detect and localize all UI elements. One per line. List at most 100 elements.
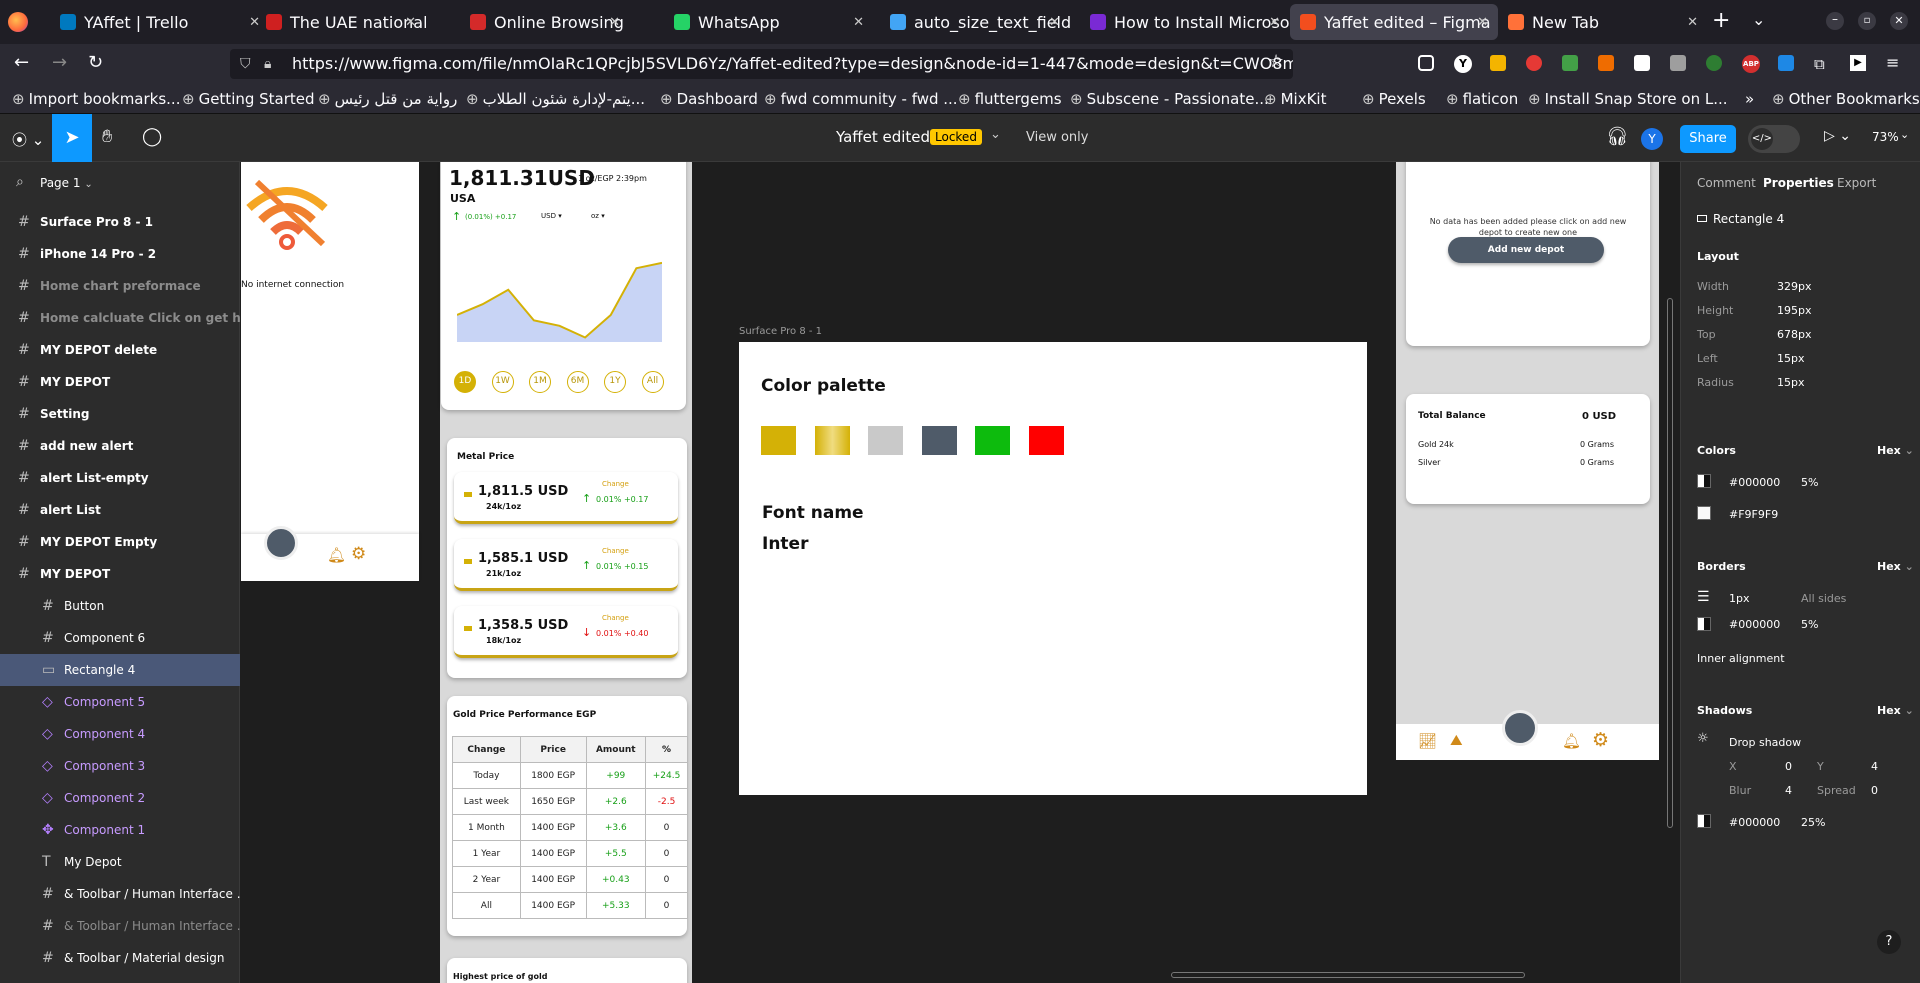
file-menu-chevron-icon[interactable]: ⌄ <box>990 127 1001 142</box>
firefox-menu-icon[interactable] <box>8 12 28 32</box>
surface-pro-frame[interactable]: Color palette Font name Inter <box>739 342 1367 795</box>
bookmark-item[interactable]: ⊕ flaticon <box>1446 90 1518 108</box>
extensions-puzzle-icon[interactable]: ⧉ <box>1814 55 1825 73</box>
settings-gear-icon[interactable]: ⚙ <box>351 544 366 564</box>
download-extension-icon[interactable] <box>1562 55 1578 71</box>
bookmark-item[interactable]: ⊕ fwd community - fwd ... <box>764 90 958 108</box>
bookmark-item[interactable]: ⊕ Import bookmarks... <box>12 90 180 108</box>
range-pill[interactable]: 6M <box>566 371 589 393</box>
layer-item[interactable]: # & Toolbar / Human Interface ... <box>0 878 240 910</box>
palette-swatch[interactable] <box>761 426 796 455</box>
color-swatch[interactable] <box>1697 506 1711 520</box>
vertical-scrollbar[interactable] <box>1667 298 1673 828</box>
help-button[interactable]: ? <box>1877 930 1901 954</box>
new-tab-icon[interactable]: + <box>1712 8 1730 33</box>
layer-item[interactable]: ◇ Component 5 <box>0 686 240 718</box>
shadows-hex-dropdown[interactable]: Hex ⌄ <box>1877 704 1914 717</box>
extension-icon-1[interactable] <box>1490 55 1506 71</box>
tab-export[interactable]: Export <box>1837 176 1876 190</box>
adblock-icon[interactable]: ABP <box>1742 55 1760 73</box>
browser-tab[interactable]: New Tab ✕ <box>1498 0 1708 44</box>
price-card[interactable]: 1,811.31USD 1 oz/EGP 2:39pm USA ↑ (0.01%… <box>441 162 686 410</box>
shield-icon[interactable]: ⛉ <box>240 49 251 79</box>
bookmark-item[interactable]: ⊕ fluttergems <box>958 90 1062 108</box>
bookmark-item[interactable]: ⊕ رواية من قتل رئيس <box>318 90 457 108</box>
my-depot-frame[interactable]: No data has been added please click on a… <box>1396 162 1659 760</box>
gold-bars-icon[interactable]: ⛰ <box>1450 731 1463 749</box>
layer-item[interactable]: # MY DEPOT Empty <box>0 526 240 558</box>
forward-icon[interactable]: → <box>52 52 67 73</box>
close-tab-icon[interactable]: ✕ <box>1477 15 1488 30</box>
bookmarks-overflow-icon[interactable]: » <box>1745 90 1754 108</box>
figma-main-menu-icon[interactable]: ⦿ ⌄ <box>12 129 44 150</box>
share-button[interactable]: Share <box>1680 125 1736 153</box>
yandex-icon[interactable]: Y <box>1454 55 1472 73</box>
close-tab-icon[interactable]: ✕ <box>853 15 864 30</box>
metal-price-item[interactable]: 1,811.5 USD 24k/1oz Change ↑ 0.01% +0.17 <box>454 472 678 524</box>
layer-search-icon[interactable]: ⌕ <box>16 174 24 190</box>
layer-item[interactable]: T My Depot <box>0 846 240 878</box>
tab-comment[interactable]: Comment <box>1697 176 1756 190</box>
range-pill[interactable]: 1W <box>491 371 514 393</box>
minimize-icon[interactable]: – <box>1826 12 1844 30</box>
layer-item[interactable]: # MY DEPOT <box>0 558 240 590</box>
maximize-icon[interactable]: ▫ <box>1858 12 1876 30</box>
extension-icon-2[interactable] <box>1526 55 1542 71</box>
extension-icon-5[interactable] <box>1670 55 1686 71</box>
tab-properties[interactable]: Properties <box>1763 176 1834 190</box>
extension-play-icon[interactable]: ▶ <box>1850 55 1866 71</box>
layer-item[interactable]: # alert List-empty <box>0 462 240 494</box>
tab-list-icon[interactable]: ⌄ <box>1752 10 1765 29</box>
palette-swatch[interactable] <box>975 426 1010 455</box>
layer-item[interactable]: # Home chart preformace <box>0 270 240 302</box>
currency-dropdown[interactable]: USD ▾ <box>541 212 562 220</box>
range-pill[interactable]: 1D <box>454 371 476 393</box>
chart-icon[interactable]: 📈︎ <box>1418 732 1437 750</box>
borders-hex-dropdown[interactable]: Hex ⌄ <box>1877 560 1914 573</box>
total-balance-card[interactable]: Total Balance 0 USD Gold 24k 0 Grams Silve… <box>1406 394 1650 504</box>
bookmark-item[interactable]: ⊕ Pexels <box>1362 90 1426 108</box>
layer-item[interactable]: # alert List <box>0 494 240 526</box>
browser-tab[interactable]: Online Browsing Platf✕ <box>460 0 630 44</box>
weight-dropdown[interactable]: oz ▾ <box>591 212 605 220</box>
headphones-icon[interactable]: 🎧︎ <box>1606 126 1629 147</box>
layer-item[interactable]: # MY DEPOT <box>0 366 240 398</box>
bookmark-star-icon[interactable]: ☆ <box>1268 51 1284 72</box>
palette-swatch[interactable] <box>921 426 957 455</box>
layer-item[interactable]: ◇ Component 3 <box>0 750 240 782</box>
layer-item[interactable]: # & Toolbar / Human Interface ... <box>0 910 240 942</box>
translate-icon[interactable] <box>1778 55 1794 71</box>
palette-swatch[interactable] <box>814 426 850 455</box>
metal-price-item[interactable]: 1,358.5 USD 18k/1oz Change ↓ 0.01% +0.40 <box>454 606 678 658</box>
layer-item[interactable]: # & Toolbar / Material design <box>0 942 240 974</box>
range-pill[interactable]: 1Y <box>604 371 626 393</box>
add-new-depot-button[interactable]: Add new depot <box>1448 237 1604 263</box>
home-phone-frame[interactable]: 1,811.31USD 1 oz/EGP 2:39pm USA ↑ (0.01%… <box>440 162 692 983</box>
reload-icon[interactable]: ↻ <box>88 52 103 73</box>
palette-swatch[interactable] <box>868 426 903 455</box>
dev-mode-toggle[interactable]: </> <box>1748 125 1800 153</box>
layer-item[interactable]: # Home calcluate Click on get highe... <box>0 302 240 334</box>
page-selector[interactable]: Page 1 ⌄ <box>40 176 93 190</box>
zoom-chevron-icon[interactable]: ⌄ <box>1900 128 1909 141</box>
extension-icon-4[interactable] <box>1634 55 1650 71</box>
extension-icon-6[interactable] <box>1706 55 1722 71</box>
browser-tab[interactable]: The UAE national curr✕ <box>256 0 426 44</box>
bookmark-item[interactable]: ⊕ Install Snap Store on L... <box>1528 90 1728 108</box>
range-pill[interactable]: 1M <box>529 371 551 393</box>
layer-item[interactable]: # iPhone 14 Pro - 2 <box>0 238 240 270</box>
border-color-swatch[interactable] <box>1697 617 1711 631</box>
shadow-color-swatch[interactable] <box>1697 814 1711 828</box>
app-menu-icon[interactable]: ≡ <box>1886 55 1899 71</box>
depot-fab-icon[interactable] <box>1502 710 1538 746</box>
browser-tab[interactable]: auto_size_text_field | ✕ <box>880 0 1070 44</box>
bookmark-item[interactable]: ⊕ Getting Started <box>182 90 315 108</box>
layer-item[interactable]: ◇ Component 4 <box>0 718 240 750</box>
extension-icon-3[interactable] <box>1598 55 1614 71</box>
range-pill[interactable]: All <box>641 371 664 393</box>
close-tab-icon[interactable]: ✕ <box>1049 15 1060 30</box>
bookmark-item[interactable]: ⊕ Subscene - Passionate... <box>1070 90 1269 108</box>
frame-label[interactable]: Surface Pro 8 - 1 <box>739 326 822 337</box>
present-play-icon[interactable]: ▷ ⌄ <box>1824 128 1851 144</box>
layer-item[interactable]: # Component 6 <box>0 622 240 654</box>
